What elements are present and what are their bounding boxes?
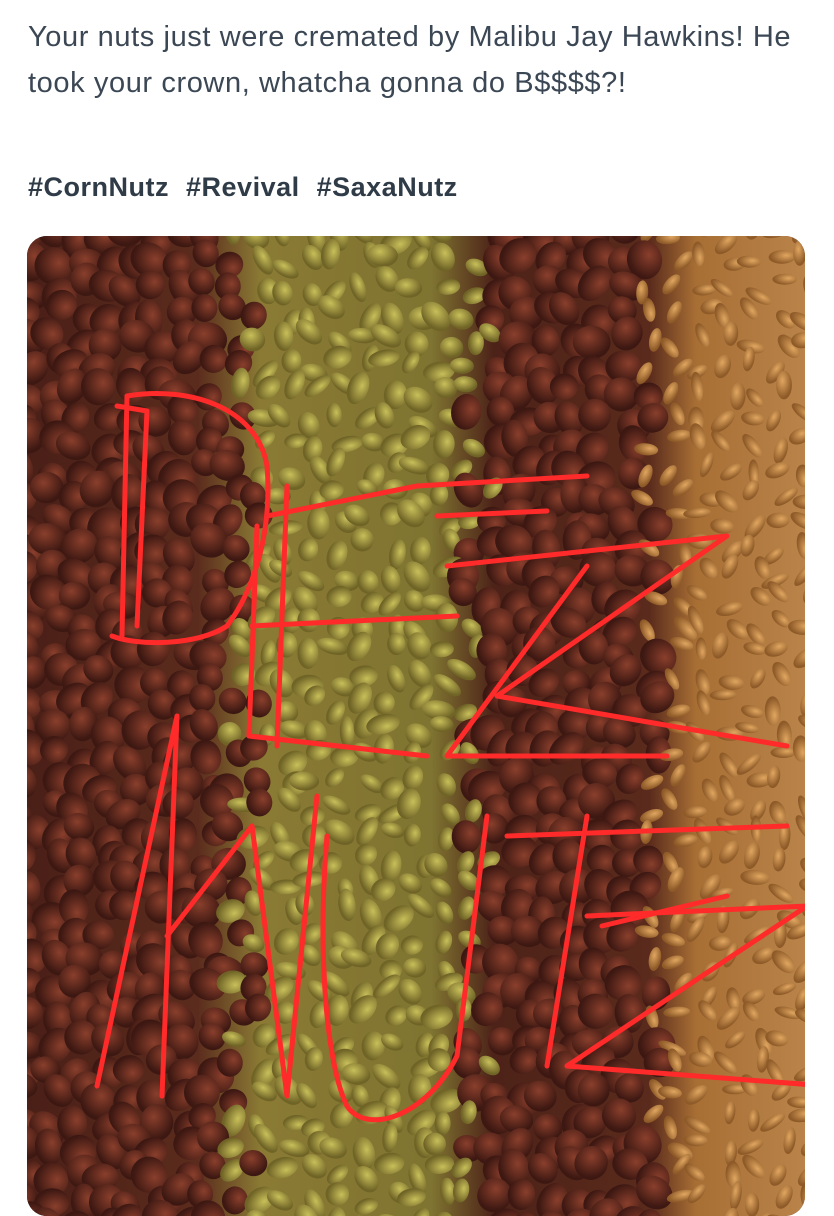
hashtag-row: #CornNutz #Revival #SaxaNutz xyxy=(28,164,467,210)
hashtag-cornnutz[interactable]: #CornNutz xyxy=(28,172,169,202)
tweet-photo[interactable] xyxy=(27,236,805,1216)
hashtag-saxanutz[interactable]: #SaxaNutz xyxy=(317,172,458,202)
nuts-photo-image xyxy=(27,236,805,1216)
tweet-text: Your nuts just were cremated by Malibu J… xyxy=(28,14,818,106)
hashtag-revival[interactable]: #Revival xyxy=(186,172,300,202)
